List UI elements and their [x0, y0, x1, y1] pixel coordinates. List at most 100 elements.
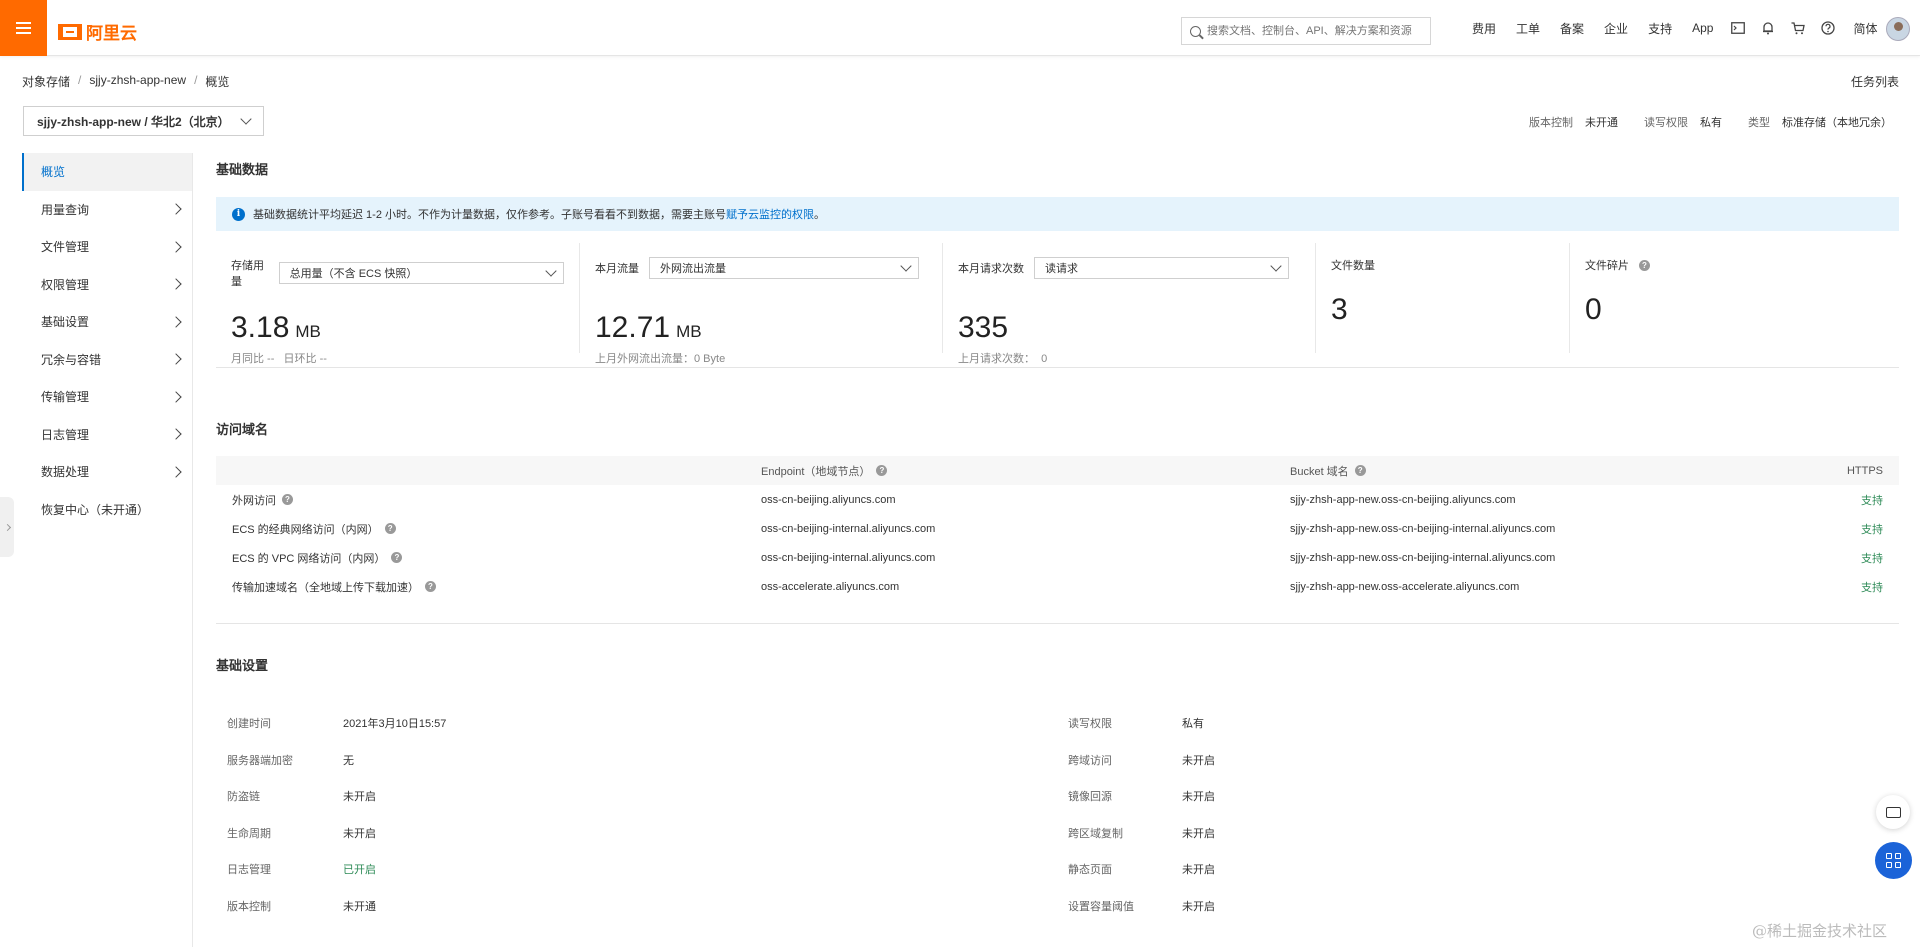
settings-row: 服务器端加密 无 跨域访问 未开启 [216, 752, 1899, 789]
settings-row: 日志管理 已开启 静态页面 未开启 [216, 861, 1899, 898]
header-https: HTTPS [1846, 464, 1883, 477]
sidebar-item-label: 传输管理 [41, 390, 90, 405]
help-icon[interactable]: ? [282, 494, 293, 505]
row-name-text: ECS 的经典网络访问（内网） [232, 523, 379, 536]
breadcrumb-bucket[interactable]: sjjy-zhsh-app-new [89, 73, 186, 90]
setting-key: 静态页面 [1068, 864, 1112, 876]
setting-key: 生命周期 [227, 827, 271, 840]
meta-key-type: 类型 [1748, 117, 1770, 129]
table-row: ECS 的 VPC 网络访问（内网）? oss-cn-beijing-inter… [216, 543, 1899, 572]
setting-value: 未开启 [1182, 864, 1215, 876]
chevron-down-icon [545, 265, 557, 277]
help-icon[interactable]: ? [1354, 465, 1366, 476]
header-label: Bucket 域名 [1290, 465, 1349, 478]
settings-title: 基础设置 [216, 658, 269, 673]
sidebar-item-basic-settings[interactable]: 基础设置 [22, 303, 192, 341]
row-name: 传输加速域名（全地域上传下载加速）? [232, 572, 436, 601]
search-input[interactable] [1207, 25, 1422, 37]
request-type-dropdown[interactable]: 读请求 [1034, 257, 1289, 279]
sidebar-item-files[interactable]: 文件管理 [22, 228, 192, 266]
traffic-type-dropdown[interactable]: 外网流出流量 [649, 257, 919, 279]
storage-type-dropdown[interactable]: 总用量（不含 ECS 快照） [278, 262, 564, 284]
setting-key: 服务器端加密 [227, 754, 293, 767]
chevron-down-icon [240, 113, 252, 125]
breadcrumb-oss[interactable]: 对象存储 [22, 73, 70, 90]
cloudmonitor-permission-link[interactable]: 赋予云监控的权限 [726, 209, 814, 221]
user-avatar[interactable] [1886, 17, 1910, 41]
help-icon[interactable]: ? [391, 552, 403, 563]
setting-value: 2021年3月10日15:57 [343, 718, 447, 730]
dropdown-value: 读请求 [1045, 263, 1078, 275]
nav-app[interactable]: App [1682, 21, 1723, 35]
row-endpoint: oss-accelerate.aliyuncs.com [761, 580, 900, 593]
notice-text: 基础数据统计平均延迟 1-2 小时。不作为计量数据，仅作参考。子账号看看不到数据… [253, 206, 825, 222]
sidebar-item-usage[interactable]: 用量查询 [22, 191, 192, 229]
sidebar-item-label: 概览 [41, 165, 66, 180]
cart-icon[interactable] [1783, 0, 1813, 56]
search-box[interactable] [1181, 17, 1431, 45]
sidebar-item-label: 数据处理 [41, 465, 90, 480]
setting-value: 私有 [1182, 718, 1204, 730]
bucket-meta: 版本控制 未开通 读写权限 私有 类型 标准存储（本地冗余） [1529, 114, 1892, 130]
stat-requests: 本月请求次数 读请求 335 上月请求次数： 0 [943, 243, 1316, 365]
table-row: ECS 的经典网络访问（内网）? oss-cn-beijing-internal… [216, 514, 1899, 543]
row-name: 外网访问? [232, 485, 293, 514]
help-icon[interactable]: ? [1639, 259, 1650, 271]
nav-tickets[interactable]: 工单 [1506, 20, 1550, 37]
nav-icp[interactable]: 备案 [1550, 20, 1594, 37]
row-bucket-domain: sjjy-zhsh-app-new.oss-cn-beijing.aliyunc… [1290, 493, 1516, 506]
watermark: @稀土掘金技术社区 [1752, 922, 1888, 940]
apps-float-button[interactable] [1875, 842, 1912, 879]
chevron-down-icon [1270, 260, 1282, 272]
setting-value: 未开通 [343, 900, 376, 913]
help-icon[interactable]: ? [384, 523, 396, 534]
sidebar-item-overview[interactable]: 概览 [22, 153, 192, 191]
chat-float-button[interactable] [1876, 795, 1910, 829]
table-row: 外网访问? oss-cn-beijing.aliyuncs.com sjjy-z… [216, 485, 1899, 514]
meta-value-type: 标准存储（本地冗余） [1782, 117, 1892, 129]
setting-value: 未开启 [1182, 900, 1215, 913]
aliyun-logo[interactable]: 阿里云 [58, 19, 137, 44]
sidebar-item-logs[interactable]: 日志管理 [22, 416, 192, 454]
sidebar-collapse-handle[interactable] [0, 497, 14, 557]
settings-row: 防盗链 未开启 镜像回源 未开启 [216, 788, 1899, 825]
sidebar-item-data-processing[interactable]: 数据处理 [22, 453, 192, 491]
setting-key: 日志管理 [227, 864, 271, 876]
nav-support[interactable]: 支持 [1638, 20, 1682, 37]
sidebar-item-recovery[interactable]: 恢复中心（未开通） [22, 491, 192, 529]
language-switch[interactable]: 简体 [1843, 20, 1887, 37]
stat-sub: 上月外网流出流量：0 Byte [595, 353, 726, 365]
help-icon[interactable]: ? [425, 581, 436, 592]
sidebar-item-permissions[interactable]: 权限管理 [22, 266, 192, 304]
help-icon[interactable]: ? [876, 465, 888, 476]
breadcrumb-separator: / [78, 73, 82, 87]
stat-value: 3 [1331, 293, 1348, 326]
stat-value: 335 [958, 311, 1008, 345]
setting-key: 防盗链 [227, 791, 260, 803]
row-endpoint: oss-cn-beijing.aliyuncs.com [761, 493, 896, 506]
row-name-text: ECS 的 VPC 网络访问（内网） [232, 552, 386, 565]
help-circle-icon[interactable] [1813, 0, 1843, 56]
menu-button[interactable] [0, 0, 47, 56]
row-name: ECS 的 VPC 网络访问（内网）? [232, 543, 403, 572]
task-list-link[interactable]: 任务列表 [1851, 73, 1899, 90]
setting-value: 未开启 [1182, 791, 1215, 803]
nav-fees[interactable]: 费用 [1462, 20, 1506, 37]
sidebar-item-redundancy[interactable]: 冗余与容错 [22, 341, 192, 379]
section-divider [216, 623, 1899, 624]
sidebar-item-transfer[interactable]: 传输管理 [22, 378, 192, 416]
row-name-text: 外网访问 [232, 494, 276, 507]
bell-icon[interactable] [1753, 0, 1783, 56]
meta-value-versioning: 未开通 [1585, 117, 1618, 129]
bucket-selector[interactable]: sjjy-zhsh-app-new / 华北2（北京） [23, 106, 264, 136]
settings-row: 生命周期 未开启 跨区域复制 未开启 [216, 825, 1899, 862]
notice-body: 基础数据统计平均延迟 1-2 小时。不作为计量数据，仅作参考。子账号看看不到数据… [253, 209, 727, 221]
setting-value: 未开启 [1182, 827, 1215, 840]
stat-unit: MB [295, 322, 321, 341]
chevron-right-icon [170, 316, 182, 328]
stat-label: 本月请求次数 [958, 263, 1024, 275]
row-bucket-domain: sjjy-zhsh-app-new.oss-cn-beijing-interna… [1290, 522, 1556, 535]
logo-text: 阿里云 [86, 24, 137, 43]
terminal-icon[interactable] [1723, 0, 1753, 56]
nav-enterprise[interactable]: 企业 [1594, 20, 1638, 37]
